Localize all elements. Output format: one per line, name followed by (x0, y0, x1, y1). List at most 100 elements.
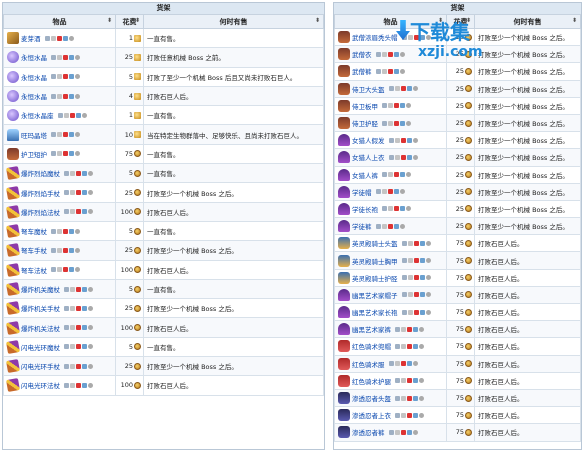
item-name-link[interactable]: 女猎人裤 (352, 170, 378, 180)
cost-cell: 25 (446, 62, 475, 81)
switch-icon (413, 258, 419, 264)
item-name-link[interactable]: 永恒水晶 (21, 91, 47, 101)
item-name-link[interactable]: 弩车魔杖 (21, 226, 47, 236)
sort-icon[interactable]: ⬍ (438, 17, 443, 24)
column-header-when[interactable]: 何时有售 ⬍ (143, 14, 324, 29)
item-name-link[interactable]: 英灵殿骑士头盔 (352, 238, 398, 248)
mobile-icon (82, 344, 87, 350)
item-name-link[interactable]: 英灵殿骑士胸甲 (352, 256, 398, 266)
item-name-link[interactable]: 渗透忍者上衣 (352, 410, 391, 420)
console-icon (401, 343, 406, 349)
defender-medal-icon (465, 239, 472, 247)
sort-icon[interactable]: ⬍ (135, 17, 140, 24)
table-row: 弩车魔杖 5 一直有售。 (3, 220, 324, 242)
availability-text: 打败石巨人后。 (478, 412, 524, 421)
cost-cell: 75 (446, 354, 475, 373)
item-name-link[interactable]: 永恒水晶 (21, 52, 47, 62)
defender-medal-icon (134, 343, 141, 351)
cost-value: 25 (455, 153, 464, 162)
red-leggings-icon (338, 374, 350, 387)
column-header-cost[interactable]: 花费 ⬍ (446, 14, 475, 29)
item-name-link[interactable]: 护卫短护 (21, 149, 47, 159)
item-name-link[interactable]: 女猎人上衣 (352, 152, 385, 162)
mobile-icon (69, 54, 74, 60)
mobile-icon (393, 51, 399, 57)
item-name-link[interactable]: 侍卫板甲 (352, 101, 378, 111)
item-name-link[interactable]: 弩车手杖 (21, 245, 47, 255)
item-name-link[interactable]: 麦芽酒 (21, 33, 41, 43)
item-cell: 武僧衣 (334, 45, 447, 64)
item-name-link[interactable]: 武僧裤 (352, 66, 372, 76)
table-row: 护卫短护 75 一直有售。 (3, 143, 324, 165)
cost-value: 75 (455, 394, 464, 403)
old-gen-icon (88, 382, 93, 388)
mobile-icon (419, 275, 425, 281)
mobile-icon (413, 412, 418, 418)
item-name-link[interactable]: 学徒长袍 (352, 204, 378, 214)
ale-icon (7, 32, 19, 45)
platform-icons (64, 344, 93, 350)
item-name-link[interactable]: 永恒水晶 (21, 72, 47, 82)
item-name-link[interactable]: 侍卫大头盔 (352, 84, 385, 94)
item-name-link[interactable]: 闪电光环魔杖 (21, 342, 60, 352)
table-row: 渗透忍者上衣 75 打败石巨人后。 (334, 406, 581, 425)
column-header-item[interactable]: 物品 ⬍ (334, 14, 447, 29)
column-header-cost[interactable]: 花费 ⬍ (115, 14, 144, 29)
item-name-link[interactable]: 幽黑艺术家裤 (352, 324, 391, 334)
item-name-link[interactable]: 幽黑艺术家长袍 (352, 307, 398, 317)
console-icon (70, 209, 75, 215)
item-cell: 旺玛晶塔 (3, 124, 116, 145)
item-name-link[interactable]: 闪电光环法杖 (21, 380, 60, 390)
column-header-when[interactable]: 何时有售 ⬍ (474, 14, 581, 29)
sort-icon[interactable]: ⬍ (107, 17, 112, 24)
dark-artist-robe-icon (338, 306, 350, 319)
sort-icon[interactable]: ⬍ (466, 17, 471, 24)
item-name-link[interactable]: 渗透忍者头盔 (352, 393, 391, 403)
item-name-link[interactable]: 闪电光环手杖 (21, 361, 60, 371)
availability-text: 打败石巨人后。 (147, 324, 193, 333)
column-header-item[interactable]: 物品 ⬍ (3, 14, 116, 29)
cost-value: 25 (455, 101, 464, 110)
item-name-link[interactable]: 武僧衣 (352, 49, 372, 59)
desktop-icon (375, 68, 381, 74)
item-name-link[interactable]: 红色骑术护腿 (352, 376, 391, 386)
item-name-link[interactable]: 侍卫护胫 (352, 118, 378, 128)
item-name-link[interactable]: 女猎人假发 (352, 135, 385, 145)
item-name-link[interactable]: 弩车法杖 (21, 265, 47, 275)
item-name-link[interactable]: 永恒水晶座 (21, 110, 54, 120)
platform-icons (401, 275, 431, 281)
item-name-link[interactable]: 学徒裤 (352, 221, 372, 231)
huntress-wig-icon (338, 134, 350, 147)
switch-icon (407, 412, 412, 418)
console-icon (401, 412, 406, 418)
platform-icons (388, 429, 418, 435)
item-name-link[interactable]: 爆炸机关手杖 (21, 303, 60, 313)
item-name-link[interactable]: 爆炸机关法杖 (21, 323, 60, 333)
item-name-link[interactable]: 爆炸烈焰手杖 (21, 188, 60, 198)
desktop-icon (51, 228, 56, 234)
table-caption: 货架 (334, 3, 581, 14)
item-name-link[interactable]: 武僧浓眉秃头帽 (352, 32, 398, 42)
sort-icon[interactable]: ⬍ (572, 17, 577, 24)
item-name-link[interactable]: 幽黑艺术家帽子 (352, 290, 398, 300)
item-name-link[interactable]: 爆炸烈焰法杖 (21, 207, 60, 217)
sort-icon[interactable]: ⬍ (315, 17, 320, 24)
switch-icon (76, 363, 81, 369)
platform-icons (51, 132, 80, 138)
staff-icon (6, 185, 20, 200)
defender-medal-icon (134, 362, 141, 370)
availability-text: 打败石巨人后。 (478, 343, 524, 352)
item-name-link[interactable]: 红色骑术兜帽 (352, 341, 391, 351)
monk-hat-icon (338, 31, 350, 44)
item-name-link[interactable]: 英灵殿骑士护胫 (352, 273, 398, 283)
item-name-link[interactable]: 爆炸烈焰魔杖 (21, 168, 60, 178)
item-name-link[interactable]: 渗透忍者裤 (352, 427, 385, 437)
item-name-link[interactable]: 爆炸机关魔杖 (21, 284, 60, 294)
availability-text: 打败石巨人后。 (478, 429, 524, 438)
item-name-link[interactable]: 旺玛晶塔 (21, 130, 47, 140)
platform-icons (401, 292, 431, 298)
item-name-link[interactable]: 学徒帽 (352, 187, 372, 197)
cost-cell: 75 (446, 302, 475, 322)
item-name-link[interactable]: 红色骑术服 (352, 359, 385, 369)
availability-cell: 打败石巨人后。 (143, 201, 324, 222)
